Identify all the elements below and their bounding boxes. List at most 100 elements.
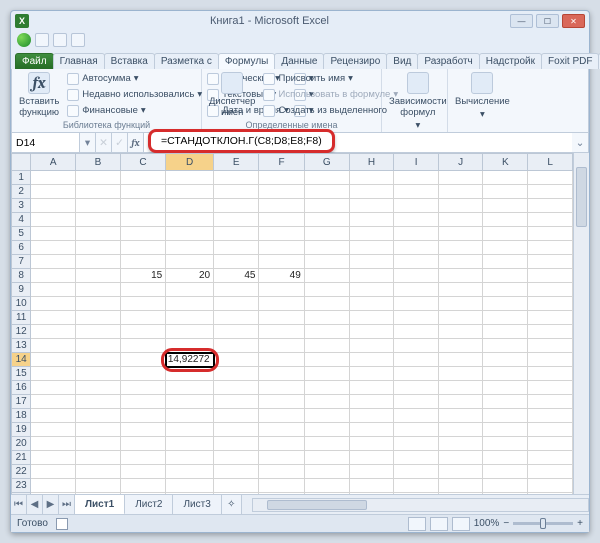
- cell-L18[interactable]: [528, 409, 573, 423]
- cell-F5[interactable]: [259, 227, 304, 241]
- cell-F6[interactable]: [259, 241, 304, 255]
- row-header-4[interactable]: 4: [12, 213, 31, 227]
- cell-B2[interactable]: [76, 185, 121, 199]
- cell-F7[interactable]: [259, 255, 304, 269]
- cell-I22[interactable]: [394, 465, 438, 479]
- cell-I3[interactable]: [394, 199, 438, 213]
- sheet-tab-2[interactable]: Лист2: [125, 495, 173, 515]
- cell-J9[interactable]: [438, 283, 483, 297]
- cell-I17[interactable]: [394, 395, 438, 409]
- cell-J11[interactable]: [438, 311, 483, 325]
- cell-C17[interactable]: [120, 395, 165, 409]
- maximize-button[interactable]: ☐: [536, 14, 559, 28]
- cell-D7[interactable]: [166, 255, 214, 269]
- formula-auditing-button[interactable]: Зависимости формул ▾: [386, 71, 450, 132]
- cell-C11[interactable]: [120, 311, 165, 325]
- col-header-A[interactable]: A: [31, 154, 76, 171]
- cell-E5[interactable]: [214, 227, 259, 241]
- cell-J16[interactable]: [438, 381, 483, 395]
- cell-A15[interactable]: [31, 367, 76, 381]
- cell-F3[interactable]: [259, 199, 304, 213]
- cell-I20[interactable]: [394, 437, 438, 451]
- cell-I7[interactable]: [394, 255, 438, 269]
- cell-L7[interactable]: [528, 255, 573, 269]
- cell-A16[interactable]: [31, 381, 76, 395]
- cell-F2[interactable]: [259, 185, 304, 199]
- scroll-thumb[interactable]: [576, 167, 587, 227]
- cell-L16[interactable]: [528, 381, 573, 395]
- cell-K12[interactable]: [483, 325, 528, 339]
- cell-H18[interactable]: [349, 409, 394, 423]
- cell-E10[interactable]: [214, 297, 259, 311]
- cell-G1[interactable]: [304, 171, 349, 185]
- cell-E6[interactable]: [214, 241, 259, 255]
- cell-F22[interactable]: [259, 465, 304, 479]
- cell-J10[interactable]: [438, 297, 483, 311]
- col-header-I[interactable]: I: [394, 154, 438, 171]
- cell-G18[interactable]: [304, 409, 349, 423]
- tab-developer[interactable]: Разработч: [417, 53, 479, 69]
- cell-H12[interactable]: [349, 325, 394, 339]
- cell-B7[interactable]: [76, 255, 121, 269]
- cell-L11[interactable]: [528, 311, 573, 325]
- autosum-button[interactable]: Автосумма ▾: [67, 71, 202, 86]
- cell-B10[interactable]: [76, 297, 121, 311]
- cell-K6[interactable]: [483, 241, 528, 255]
- cell-G21[interactable]: [304, 451, 349, 465]
- cell-F1[interactable]: [259, 171, 304, 185]
- cell-I14[interactable]: [394, 353, 438, 367]
- cell-A21[interactable]: [31, 451, 76, 465]
- cell-K2[interactable]: [483, 185, 528, 199]
- cell-L4[interactable]: [528, 213, 573, 227]
- cell-H15[interactable]: [349, 367, 394, 381]
- cell-G14[interactable]: [304, 353, 349, 367]
- cell-J18[interactable]: [438, 409, 483, 423]
- cell-E22[interactable]: [214, 465, 259, 479]
- cell-F20[interactable]: [259, 437, 304, 451]
- cell-L12[interactable]: [528, 325, 573, 339]
- tab-addins[interactable]: Надстройк: [479, 53, 542, 69]
- row-header-17[interactable]: 17: [12, 395, 31, 409]
- cell-E12[interactable]: [214, 325, 259, 339]
- cells-grid[interactable]: ABCDEFGHIJKL1234567815204549910111213141…: [11, 153, 573, 494]
- cell-K4[interactable]: [483, 213, 528, 227]
- cell-E17[interactable]: [214, 395, 259, 409]
- cell-J24[interactable]: [438, 493, 483, 495]
- cell-A4[interactable]: [31, 213, 76, 227]
- cell-L13[interactable]: [528, 339, 573, 353]
- cell-E15[interactable]: [214, 367, 259, 381]
- cell-F8[interactable]: 49: [259, 269, 304, 283]
- tab-insert[interactable]: Вставка: [104, 53, 155, 69]
- cell-L21[interactable]: [528, 451, 573, 465]
- cell-I19[interactable]: [394, 423, 438, 437]
- cell-C3[interactable]: [120, 199, 165, 213]
- cell-H17[interactable]: [349, 395, 394, 409]
- cell-C2[interactable]: [120, 185, 165, 199]
- row-header-21[interactable]: 21: [12, 451, 31, 465]
- qat-redo-icon[interactable]: [71, 33, 85, 47]
- row-header-11[interactable]: 11: [12, 311, 31, 325]
- cell-H3[interactable]: [349, 199, 394, 213]
- macro-record-icon[interactable]: [56, 518, 68, 530]
- tab-layout[interactable]: Разметка с: [154, 53, 219, 69]
- sheet-nav-prev-icon[interactable]: ◀: [27, 495, 43, 515]
- row-header-22[interactable]: 22: [12, 465, 31, 479]
- tab-home[interactable]: Главная: [53, 53, 105, 69]
- expand-formula-bar-icon[interactable]: ⌄: [572, 133, 588, 152]
- cell-J1[interactable]: [438, 171, 483, 185]
- cell-J21[interactable]: [438, 451, 483, 465]
- col-header-B[interactable]: B: [76, 154, 121, 171]
- cell-C1[interactable]: [120, 171, 165, 185]
- tab-formulas[interactable]: Формулы: [218, 53, 276, 69]
- cell-A20[interactable]: [31, 437, 76, 451]
- cell-D23[interactable]: [166, 479, 214, 493]
- define-name-button[interactable]: Присвоить имя ▾: [263, 71, 398, 86]
- cell-H8[interactable]: [349, 269, 394, 283]
- cell-K16[interactable]: [483, 381, 528, 395]
- cell-L24[interactable]: [528, 493, 573, 495]
- hscroll-thumb[interactable]: [267, 500, 367, 510]
- cell-B12[interactable]: [76, 325, 121, 339]
- cell-E23[interactable]: [214, 479, 259, 493]
- cell-C5[interactable]: [120, 227, 165, 241]
- cell-C19[interactable]: [120, 423, 165, 437]
